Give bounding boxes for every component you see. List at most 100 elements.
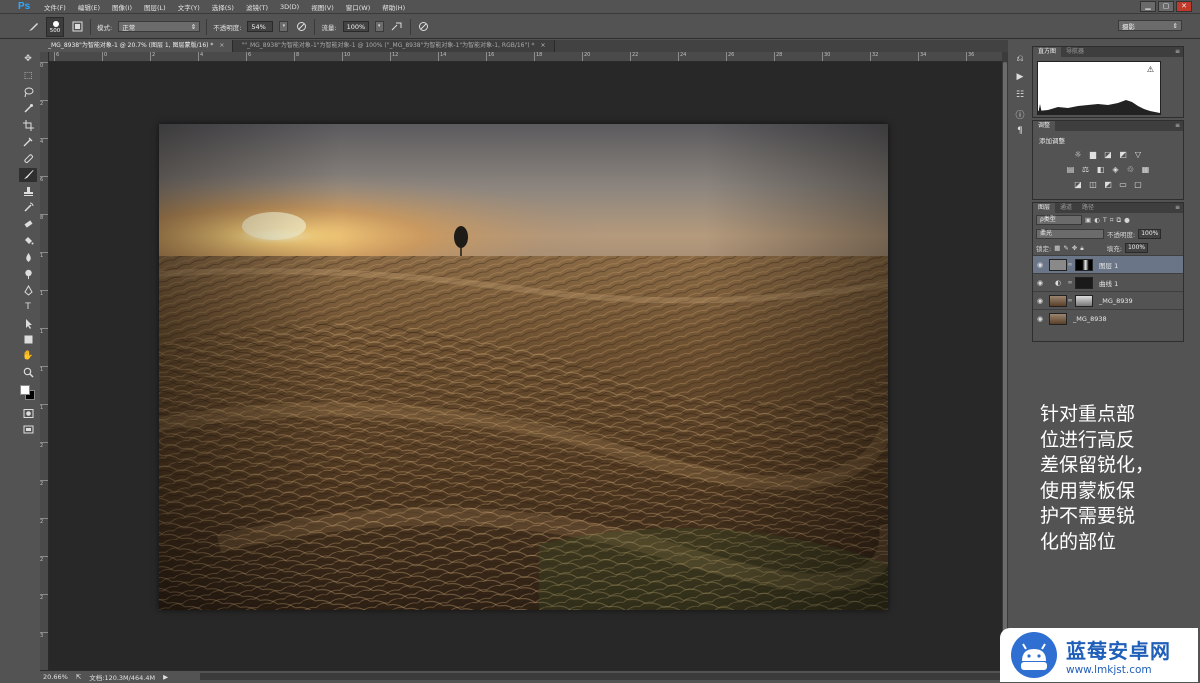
- posterize-icon[interactable]: ◫: [1088, 180, 1098, 190]
- history-brush-tool-icon[interactable]: [19, 201, 37, 216]
- menu-help[interactable]: 帮助(H): [376, 2, 411, 12]
- layer-opacity-input[interactable]: 100%: [1138, 229, 1162, 239]
- export-icon[interactable]: ⇱: [76, 673, 81, 681]
- pressure-opacity-icon[interactable]: [294, 20, 308, 34]
- threshold-icon[interactable]: ◩: [1103, 180, 1113, 190]
- menu-select[interactable]: 选择(S): [206, 2, 240, 12]
- color-lookup-icon[interactable]: ▦: [1141, 165, 1151, 175]
- layer-mask-thumbnail[interactable]: [1075, 258, 1093, 271]
- quick-mask-icon[interactable]: [19, 406, 37, 421]
- visibility-eye-icon[interactable]: ◉: [1033, 315, 1047, 323]
- eraser-tool-icon[interactable]: [19, 217, 37, 232]
- tab-navigator[interactable]: 导航器: [1061, 47, 1089, 57]
- selective-color-icon[interactable]: ▢: [1133, 180, 1143, 190]
- hue-saturation-icon[interactable]: ▤: [1066, 165, 1076, 175]
- info-panel-icon[interactable]: ⓘ: [1013, 108, 1027, 121]
- smart-object-filter-icon[interactable]: ⧉: [1116, 216, 1121, 225]
- panel-menu-icon[interactable]: ≡: [1175, 204, 1180, 211]
- lock-all-icon[interactable]: 🔒︎: [1080, 244, 1083, 253]
- scroll-thumb[interactable]: [1003, 62, 1007, 652]
- layer-mask-thumbnail[interactable]: [1075, 276, 1093, 289]
- pen-tool-icon[interactable]: [19, 283, 37, 298]
- airbrush-icon[interactable]: [390, 20, 404, 34]
- black-white-icon[interactable]: ◧: [1096, 165, 1106, 175]
- close-icon[interactable]: ×: [541, 42, 546, 49]
- shape-tool-icon[interactable]: [19, 333, 37, 348]
- quick-select-tool-icon[interactable]: [19, 102, 37, 117]
- menu-file[interactable]: 文件(F): [38, 2, 72, 12]
- levels-icon[interactable]: ▆: [1088, 150, 1098, 160]
- flow-dropdown-icon[interactable]: ▾: [374, 21, 384, 32]
- close-icon[interactable]: ×: [219, 42, 224, 49]
- flow-input[interactable]: 100%: [342, 21, 369, 32]
- invert-icon[interactable]: ◪: [1073, 180, 1083, 190]
- fill-input[interactable]: 100%: [1124, 243, 1149, 253]
- hand-tool-icon[interactable]: ✋: [19, 349, 37, 364]
- filter-toggle-icon[interactable]: ●: [1124, 216, 1130, 224]
- move-tool-icon[interactable]: ✥: [19, 52, 37, 67]
- brush-tool-icon[interactable]: [26, 20, 40, 34]
- menu-filter[interactable]: 滤镜(T): [240, 2, 274, 12]
- tab-paths[interactable]: 路径: [1077, 203, 1099, 213]
- mode-select[interactable]: 正常 ⇕: [118, 21, 201, 32]
- color-swatches[interactable]: [19, 384, 37, 404]
- curves-icon[interactable]: ◪: [1103, 150, 1113, 160]
- type-filter-icon[interactable]: T: [1103, 216, 1107, 224]
- adjustment-filter-icon[interactable]: ◐: [1094, 216, 1100, 224]
- channel-mixer-icon[interactable]: ♲: [1126, 165, 1136, 175]
- foreground-color[interactable]: [20, 385, 30, 395]
- pixel-filter-icon[interactable]: ▣: [1085, 216, 1091, 224]
- visibility-eye-icon[interactable]: ◉: [1033, 297, 1047, 305]
- workspace-select[interactable]: 摄影 ⇕: [1118, 20, 1182, 31]
- paint-bucket-tool-icon[interactable]: [19, 234, 37, 249]
- tab-histogram[interactable]: 直方图: [1033, 47, 1062, 57]
- lock-transparent-icon[interactable]: ▦: [1054, 244, 1060, 252]
- brightness-contrast-icon[interactable]: ☼: [1073, 150, 1083, 160]
- layer-row-layer1[interactable]: ◉ ∞ 图层 1: [1033, 255, 1183, 273]
- actions-panel-icon[interactable]: ▶: [1013, 72, 1027, 84]
- photo-filter-icon[interactable]: ◈: [1111, 165, 1121, 175]
- path-selection-tool-icon[interactable]: [19, 316, 37, 331]
- screen-mode-icon[interactable]: [19, 423, 37, 438]
- layer-mask-thumbnail[interactable]: [1075, 294, 1093, 307]
- menu-3d[interactable]: 3D(D): [274, 3, 305, 11]
- layer-filter-select[interactable]: ρ类型: [1036, 215, 1082, 225]
- minimize-button[interactable]: ▁: [1140, 1, 1156, 12]
- opacity-dropdown-icon[interactable]: ▾: [279, 21, 289, 32]
- healing-brush-tool-icon[interactable]: [19, 151, 37, 166]
- pressure-size-icon[interactable]: [417, 20, 431, 34]
- visibility-eye-icon[interactable]: ◉: [1033, 279, 1047, 287]
- document-tab-active[interactable]: _MG_8938"为智能对象-1 @ 20.7% (图层 1, 图层蒙版/16)…: [40, 40, 234, 52]
- status-menu-arrow-icon[interactable]: ▶: [163, 673, 168, 681]
- brush-preset-picker[interactable]: 500: [46, 16, 64, 37]
- character-panel-icon[interactable]: ¶: [1013, 126, 1027, 138]
- vertical-scrollbar[interactable]: [1002, 52, 1008, 670]
- tab-layers[interactable]: 图层: [1033, 203, 1056, 213]
- brush-tool-icon[interactable]: [19, 167, 37, 182]
- visibility-eye-icon[interactable]: ◉: [1033, 261, 1047, 269]
- menu-type[interactable]: 文字(Y): [172, 2, 206, 12]
- marquee-tool-icon[interactable]: ⬚: [19, 69, 37, 84]
- lasso-tool-icon[interactable]: [19, 85, 37, 100]
- wheat-field-photo[interactable]: [159, 124, 888, 610]
- zoom-level[interactable]: 20.66%: [43, 673, 68, 681]
- warning-icon[interactable]: ⚠: [1147, 65, 1154, 74]
- layer-row-curves1[interactable]: ◉ ◐ ∞ 曲线 1: [1033, 273, 1183, 291]
- blur-tool-icon[interactable]: [19, 250, 37, 265]
- opacity-input[interactable]: 54%: [247, 21, 274, 32]
- close-button[interactable]: ✕: [1176, 1, 1192, 12]
- vibrance-icon[interactable]: ▽: [1133, 150, 1143, 160]
- gradient-map-icon[interactable]: ▭: [1118, 180, 1128, 190]
- tab-adjustments[interactable]: 调整: [1033, 121, 1056, 131]
- tab-channels[interactable]: 通道: [1055, 203, 1077, 213]
- menu-layer[interactable]: 图层(L): [138, 2, 172, 12]
- shape-filter-icon[interactable]: ⌗: [1110, 216, 1114, 225]
- layer-row-mg8939[interactable]: ◉ ∞ _MG_8939: [1033, 291, 1183, 309]
- menu-image[interactable]: 图像(I): [106, 2, 138, 12]
- dodge-tool-icon[interactable]: [19, 267, 37, 282]
- document-tab[interactable]: ""_MG_8938"为智能对象-1"为智能对象-1 @ 100% ("_MG_…: [233, 40, 555, 52]
- panel-menu-icon[interactable]: ≡: [1175, 122, 1180, 129]
- exposure-icon[interactable]: ◩: [1118, 150, 1128, 160]
- clone-stamp-tool-icon[interactable]: [19, 184, 37, 199]
- menu-edit[interactable]: 编辑(E): [72, 2, 106, 12]
